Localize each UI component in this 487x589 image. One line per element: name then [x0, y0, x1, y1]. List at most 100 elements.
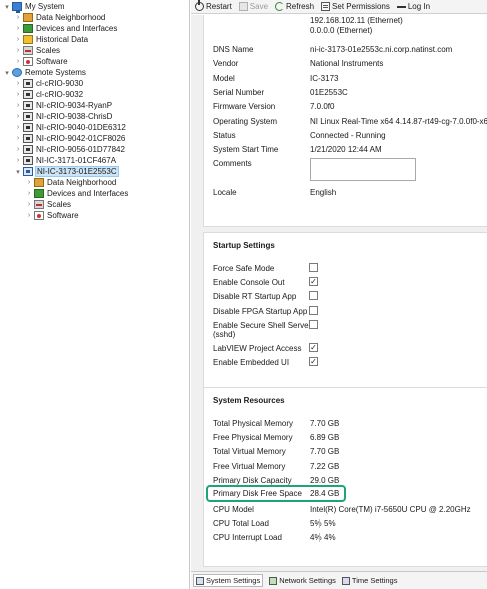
expand-chevron-icon[interactable]: ›: [25, 190, 33, 197]
tree-item-software[interactable]: › Software: [14, 56, 69, 67]
collapse-chevron-icon[interactable]: ▾: [3, 69, 11, 77]
expand-chevron-icon[interactable]: ›: [14, 102, 22, 109]
field-label: DNS Name: [213, 45, 254, 54]
tree-item-ni-crio-9056[interactable]: › NI-cRIO-9056-01D77842: [14, 144, 126, 155]
tree-item-software-child[interactable]: › Software: [25, 210, 80, 221]
tree-item-label: Devices and Interfaces: [47, 189, 129, 198]
tree-item-ni-crio-9040[interactable]: › NI-cRIO-9040-01DE6312: [14, 122, 127, 133]
expand-chevron-icon[interactable]: ›: [14, 135, 22, 142]
scales-icon: [23, 46, 33, 55]
tree-item-historical-data[interactable]: › Historical Data: [14, 34, 89, 45]
save-button[interactable]: Save: [238, 2, 268, 11]
tree-item-ni-crio-9042[interactable]: › NI-cRIO-9042-01CF8026: [14, 133, 126, 144]
checkbox-label: Force Safe Mode: [213, 264, 275, 273]
disable-fpga-startup-app-checkbox[interactable]: [309, 306, 318, 315]
tree-item-my-system[interactable]: ▾ My System: [3, 1, 66, 13]
column-divider: [319, 519, 320, 528]
expand-chevron-icon[interactable]: ›: [14, 124, 22, 131]
tree-item-data-neighborhood[interactable]: › Data Neighborhood: [14, 12, 106, 23]
field-label: Free Physical Memory: [213, 433, 293, 442]
expand-chevron-icon[interactable]: ›: [14, 14, 22, 21]
field-value: Connected - Running: [310, 131, 386, 140]
ip-address-value-2: 0.0.0.0 (Ethernet): [310, 26, 373, 35]
tree-item-ni-ic-3171[interactable]: › NI-IC-3171-01CF467A: [14, 155, 117, 166]
tree-item-devices-child[interactable]: › Devices and Interfaces: [25, 188, 129, 199]
disable-rt-startup-app-checkbox[interactable]: [309, 291, 318, 300]
expand-chevron-icon[interactable]: ›: [14, 80, 22, 87]
expand-chevron-icon[interactable]: ›: [25, 179, 33, 186]
expand-chevron-icon[interactable]: ›: [14, 58, 22, 65]
force-safe-mode-checkbox[interactable]: [309, 263, 318, 272]
field-value: English: [310, 188, 337, 197]
tab-label: Network Settings: [279, 576, 336, 585]
tree-item-label: My System: [25, 2, 65, 11]
tree-item-data-neighborhood-child[interactable]: › Data Neighborhood: [25, 177, 117, 188]
restart-button[interactable]: Restart: [195, 0, 232, 11]
expand-chevron-icon[interactable]: ›: [25, 212, 33, 219]
expand-chevron-icon[interactable]: ›: [14, 91, 22, 98]
enable-console-out-checkbox[interactable]: ✓: [309, 277, 318, 286]
refresh-button[interactable]: Refresh: [275, 2, 314, 11]
section-title: System Resources: [213, 396, 285, 405]
log-in-label: Log In: [407, 2, 431, 11]
tree-item-scales-child[interactable]: › Scales: [25, 199, 72, 210]
expand-chevron-icon[interactable]: ›: [14, 36, 22, 43]
tree-item-scales[interactable]: › Scales: [14, 45, 61, 56]
tree-item-label: Data Neighborhood: [36, 13, 106, 22]
tree-item-devices-and-interfaces[interactable]: › Devices and Interfaces: [14, 23, 118, 34]
expand-chevron-icon[interactable]: ›: [25, 201, 33, 208]
field-value-secondary: 4%: [324, 533, 336, 542]
system-resources-section: System Resources Total Physical Memory 7…: [203, 387, 487, 567]
field-value: IC-3173: [310, 74, 339, 83]
log-in-button[interactable]: Log In: [396, 2, 431, 11]
device-cabinet-icon: [23, 79, 33, 88]
field-label: Comments: [213, 159, 252, 168]
tree-item-label: NI-cRIO-9038-ChrisD: [36, 112, 113, 121]
system-tree: ▾ My System › Data Neighborhood › Device…: [0, 0, 190, 589]
collapse-chevron-icon[interactable]: ▾: [3, 3, 11, 11]
expand-chevron-icon[interactable]: ›: [14, 113, 22, 120]
field-label: Vendor: [213, 59, 239, 68]
field-value: 7.70 GB: [310, 419, 340, 428]
software-icon: [34, 211, 44, 220]
field-label: System Start Time: [213, 145, 279, 154]
tree-item-ni-crio-9038[interactable]: › NI-cRIO-9038-ChrisD: [14, 111, 113, 122]
tab-system-settings[interactable]: System Settings: [193, 574, 264, 587]
tree-item-ni-ic-3173-selected[interactable]: ▾ NI-IC-3173-01E2553C: [14, 166, 119, 177]
system-settings-content[interactable]: 192.168.102.11 (Ethernet) 0.0.0.0 (Ether…: [191, 15, 487, 571]
field-value: Intel(R) Core(TM) i7-5650U CPU @ 2.20GHz: [310, 505, 471, 514]
refresh-icon: [275, 2, 285, 11]
tree-item-ni-crio-9034[interactable]: › NI-cRIO-9034-RyanP: [14, 100, 113, 111]
tree-item-cl-crio-9030[interactable]: › cl-cRIO-9030: [14, 78, 84, 89]
set-permissions-button[interactable]: Set Permissions: [321, 2, 390, 11]
settings-tab-bar: System Settings Network Settings Time Se…: [191, 571, 487, 589]
time-settings-icon: [341, 576, 350, 585]
tab-network-settings[interactable]: Network Settings: [269, 576, 336, 585]
expand-chevron-icon[interactable]: ›: [14, 25, 22, 32]
system-info-section: 192.168.102.11 (Ethernet) 0.0.0.0 (Ether…: [203, 15, 487, 227]
checkbox-label: LabVIEW Project Access: [213, 344, 302, 353]
field-value-secondary: 5%: [324, 519, 336, 528]
field-value: NI Linux Real-Time x64 4.14.87-rt49-cg-7…: [310, 117, 487, 126]
expand-chevron-icon[interactable]: ›: [14, 47, 22, 54]
checkbox-label: Disable FPGA Startup App: [213, 307, 308, 316]
collapse-chevron-icon[interactable]: ▾: [14, 168, 22, 176]
field-label: Status: [213, 131, 236, 140]
enable-embedded-ui-checkbox[interactable]: ✓: [309, 357, 318, 366]
tree-item-remote-systems[interactable]: ▾ Remote Systems: [3, 67, 87, 78]
tree-item-cl-crio-9032[interactable]: › cl-cRIO-9032: [14, 89, 84, 100]
comments-textarea[interactable]: [310, 158, 416, 181]
tree-item-label: NI-cRIO-9056-01D77842: [36, 145, 125, 154]
checkbox-label: Disable RT Startup App: [213, 292, 297, 301]
permissions-icon: [321, 2, 331, 11]
expand-chevron-icon[interactable]: ›: [14, 146, 22, 153]
tab-time-settings[interactable]: Time Settings: [341, 576, 397, 585]
field-value: 01E2553C: [310, 88, 348, 97]
expand-chevron-icon[interactable]: ›: [14, 157, 22, 164]
login-arrow-icon: [396, 5, 406, 8]
labview-project-access-checkbox[interactable]: ✓: [309, 343, 318, 352]
enable-ssh-checkbox[interactable]: [309, 320, 318, 329]
set-permissions-label: Set Permissions: [332, 2, 390, 11]
device-cabinet-icon: [23, 112, 33, 121]
restart-label: Restart: [206, 2, 232, 11]
